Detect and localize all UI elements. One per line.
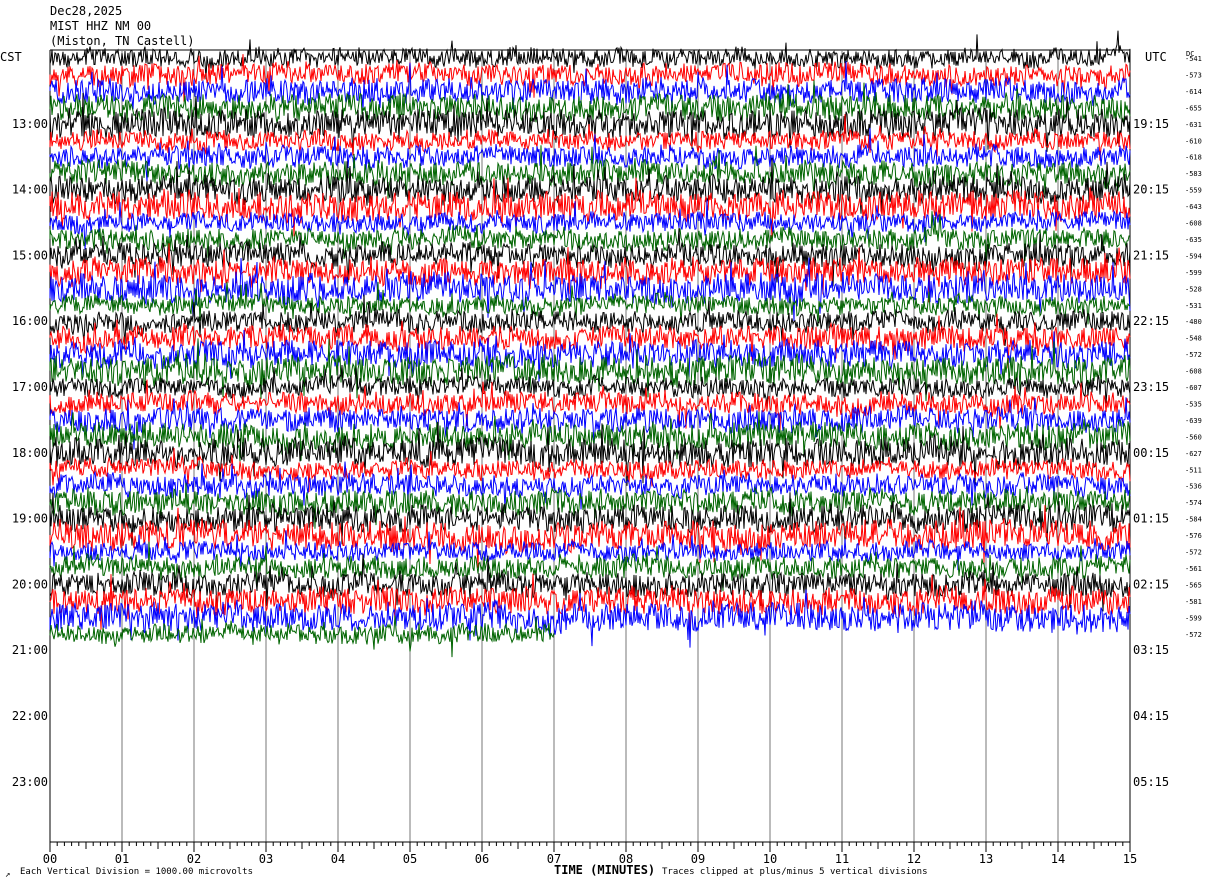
- right-timezone-label: UTC: [1145, 50, 1167, 64]
- dc-offset-label: -643: [1185, 203, 1202, 211]
- right-hour-label: 20:15: [1133, 183, 1169, 197]
- dc-offset-label: -536: [1185, 483, 1202, 491]
- dc-offset-label: -531: [1185, 302, 1202, 310]
- left-hour-label: 14:00: [12, 183, 48, 197]
- right-hour-label: 04:15: [1133, 709, 1169, 723]
- left-hour-label: 18:00: [12, 446, 48, 460]
- left-timezone-label: CST: [0, 50, 22, 64]
- scale-note: Each Vertical Division = 1000.00 microvo…: [20, 867, 253, 877]
- x-tick-label: 14: [1051, 852, 1065, 866]
- record-date: Dec28,2025: [50, 4, 123, 18]
- left-hour-label: 22:00: [12, 709, 48, 723]
- seismic-trace: [49, 615, 555, 658]
- x-tick-label: 11: [835, 852, 849, 866]
- left-hour-label: 21:00: [12, 643, 48, 657]
- x-tick-label: 10: [763, 852, 777, 866]
- dc-offset-label: -559: [1185, 187, 1202, 195]
- left-hour-label: 17:00: [12, 380, 48, 394]
- dc-offset-label: -560: [1185, 433, 1202, 441]
- dc-offset-label: -548: [1185, 335, 1202, 343]
- dc-offset-label: -576: [1185, 532, 1202, 540]
- seismic-trace: [49, 177, 1131, 239]
- trace-group: [49, 30, 1131, 658]
- x-tick-label: 15: [1123, 852, 1137, 866]
- x-tick-label: 13: [979, 852, 993, 866]
- dc-offset-label: -528: [1185, 285, 1202, 293]
- left-hour-label: 20:00: [12, 577, 48, 591]
- station-location: (Miston, TN Castell): [50, 34, 195, 48]
- x-tick-label: 02: [187, 852, 201, 866]
- dc-offset-label: -607: [1185, 384, 1202, 392]
- dc-offset-label: -655: [1185, 104, 1202, 112]
- dc-offset-label: -610: [1185, 137, 1202, 145]
- x-tick-label: 05: [403, 852, 417, 866]
- dc-offset-label: -594: [1185, 252, 1202, 260]
- dc-label: DC: [1186, 50, 1195, 58]
- x-tick-label: 03: [259, 852, 273, 866]
- x-tick-label: 12: [907, 852, 921, 866]
- corner-mark: ↗: [5, 870, 11, 880]
- right-hour-label: 19:15: [1133, 117, 1169, 131]
- left-hour-label: 15:00: [12, 248, 48, 262]
- dc-offset-label: -627: [1185, 450, 1202, 458]
- helicorder-chart: 00 01 02 03 04 05 06 07 08 09 10 11 12 13 14 1513:0014:…: [12, 30, 1202, 866]
- dc-offset-label: -608: [1185, 368, 1202, 376]
- dc-offset-label: -631: [1185, 121, 1202, 129]
- dc-offset-label: -574: [1185, 499, 1202, 507]
- dc-offset-label: -599: [1185, 614, 1202, 622]
- right-hour-label: 22:15: [1133, 314, 1169, 328]
- seismic-trace: [49, 421, 1131, 486]
- dc-offset-label: -614: [1185, 88, 1202, 96]
- dc-offset-label: -572: [1185, 631, 1202, 639]
- dc-offset-label: -573: [1185, 71, 1202, 79]
- left-hour-label: 16:00: [12, 314, 48, 328]
- dc-offset-label: -608: [1185, 220, 1202, 228]
- right-hour-label: 21:15: [1133, 248, 1169, 262]
- dc-offset-label: -583: [1185, 170, 1202, 178]
- dc-offset-label: -635: [1185, 236, 1202, 244]
- station-name: MIST HHZ NM 00: [50, 19, 152, 33]
- right-hour-label: 23:15: [1133, 380, 1169, 394]
- dc-offset-label: -584: [1185, 516, 1202, 524]
- x-axis-label: TIME (MINUTES): [554, 863, 656, 877]
- right-hour-label: 01:15: [1133, 512, 1169, 526]
- x-tick-label: 00: [43, 852, 57, 866]
- dc-offset-label: -565: [1185, 581, 1202, 589]
- x-tick-label: 01: [115, 852, 129, 866]
- dc-offset-label: -572: [1185, 351, 1202, 359]
- right-hour-label: 02:15: [1133, 577, 1169, 591]
- dc-offset-label: -535: [1185, 400, 1202, 408]
- dc-offset-label: -480: [1185, 318, 1202, 326]
- right-hour-label: 05:15: [1133, 775, 1169, 789]
- x-tick-label: 09: [691, 852, 705, 866]
- right-hour-label: 00:15: [1133, 446, 1169, 460]
- clip-note: Traces clipped at plus/minus 5 vertical …: [662, 867, 928, 877]
- left-hour-label: 13:00: [12, 117, 48, 131]
- time-axis: [49, 841, 1131, 852]
- x-tick-label: 04: [331, 852, 345, 866]
- dc-offset-label: -639: [1185, 417, 1202, 425]
- right-hour-label: 03:15: [1133, 643, 1169, 657]
- dc-offset-label: -561: [1185, 565, 1202, 573]
- dc-offset-label: -511: [1185, 466, 1202, 474]
- left-hour-label: 19:00: [12, 512, 48, 526]
- x-tick-label: 06: [475, 852, 489, 866]
- dc-offset-label: -599: [1185, 269, 1202, 277]
- dc-offset-label: -618: [1185, 154, 1202, 162]
- dc-offset-label: -572: [1185, 549, 1202, 557]
- left-hour-label: 23:00: [12, 775, 48, 789]
- dc-offset-label: -581: [1185, 598, 1202, 606]
